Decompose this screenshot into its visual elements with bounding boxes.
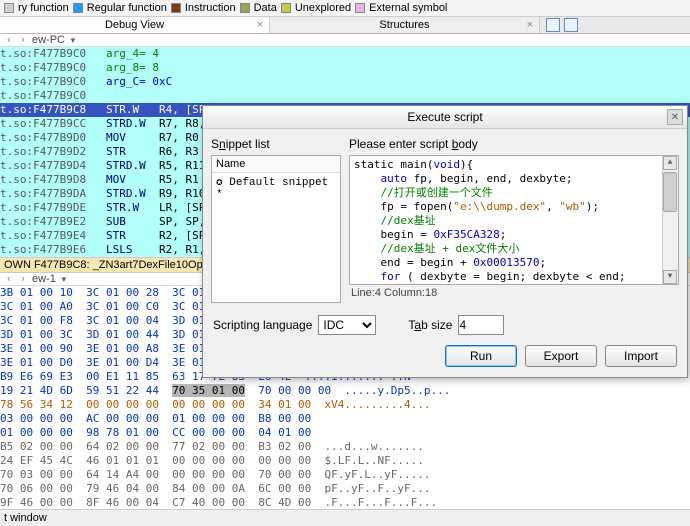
chevron-left-icon[interactable]: ‹ bbox=[4, 274, 14, 284]
run-button[interactable]: Run bbox=[445, 345, 517, 367]
close-icon[interactable]: × bbox=[527, 19, 533, 31]
tab-bar: Debug View × Structures × bbox=[0, 17, 690, 34]
legend-swatch bbox=[355, 3, 365, 13]
label-part: b size bbox=[421, 318, 452, 332]
legend-swatch bbox=[73, 3, 83, 13]
scroll-up-icon[interactable]: ▲ bbox=[663, 156, 677, 170]
scrollbar[interactable]: ▲ ▼ bbox=[662, 156, 678, 284]
scripting-language-label: Scripting language bbox=[213, 318, 312, 332]
legend-label: ry function bbox=[18, 2, 69, 14]
scripting-language-select[interactable]: IDC bbox=[318, 315, 376, 335]
breadcrumb: ‹ › ew-PC ▼ bbox=[0, 34, 690, 47]
chevron-down-icon[interactable]: ▼ bbox=[60, 275, 68, 284]
chevron-right-icon[interactable]: › bbox=[18, 35, 28, 45]
snippet-listbox[interactable]: Name ✪ Default snippet * bbox=[211, 155, 341, 303]
snippet-name: Default snippet * bbox=[216, 177, 328, 201]
label-part: ippet list bbox=[226, 137, 270, 151]
export-button[interactable]: Export bbox=[525, 345, 597, 367]
label-part: Please enter script bbox=[349, 137, 452, 151]
legend-label: Regular function bbox=[87, 2, 167, 14]
editor-status: Line:4 Column:18 bbox=[349, 285, 679, 305]
dialog-title: Execute script bbox=[407, 110, 482, 124]
legend-label: Data bbox=[254, 2, 277, 14]
legend-label: Unexplored bbox=[295, 2, 351, 14]
restore-pane-icon[interactable] bbox=[546, 18, 560, 32]
export-label: Export bbox=[544, 349, 579, 363]
legend-label: Instruction bbox=[185, 2, 236, 14]
tab-debug-label: Debug View bbox=[105, 19, 164, 31]
chevron-left-icon[interactable]: ‹ bbox=[4, 35, 14, 45]
close-icon[interactable]: × bbox=[257, 19, 263, 31]
tab-structures-label: Structures bbox=[379, 19, 429, 31]
legend-swatch bbox=[4, 3, 14, 13]
tab-size-input[interactable] bbox=[458, 315, 504, 335]
script-body-label: Please enter script body bbox=[349, 137, 679, 151]
label-part: ody bbox=[458, 137, 477, 151]
run-label: Run bbox=[470, 349, 492, 363]
list-header-name[interactable]: Name bbox=[212, 156, 340, 173]
breadcrumb-item[interactable]: ew-PC bbox=[32, 34, 65, 46]
legend-swatch bbox=[171, 3, 181, 13]
status-bar: t window bbox=[0, 509, 690, 526]
tab-debug-view[interactable]: Debug View × bbox=[0, 17, 270, 33]
execute-script-dialog: Execute script ✕ Snippet list Name ✪ Def… bbox=[202, 105, 688, 378]
tab-structures[interactable]: Structures × bbox=[270, 17, 540, 33]
label-accel: n bbox=[219, 137, 226, 151]
split-pane-icon[interactable] bbox=[564, 18, 578, 32]
chevron-right-icon[interactable]: › bbox=[18, 274, 28, 284]
snippet-list-label: Snippet list bbox=[211, 137, 341, 151]
script-editor[interactable]: static main(void){ auto fp, begin, end, … bbox=[349, 155, 679, 285]
tab-size-label: Tab size bbox=[408, 318, 452, 332]
legend-swatch bbox=[281, 3, 291, 13]
import-button[interactable]: Import bbox=[605, 345, 677, 367]
import-label: Import bbox=[624, 349, 658, 363]
scroll-thumb[interactable] bbox=[663, 172, 677, 212]
legend-swatch bbox=[240, 3, 250, 13]
breadcrumb-item[interactable]: ew-1 bbox=[32, 273, 56, 285]
list-item[interactable]: ✪ Default snippet * bbox=[212, 173, 340, 203]
status-text: t window bbox=[4, 512, 47, 524]
chevron-down-icon[interactable]: ▼ bbox=[69, 36, 77, 45]
label-part: S bbox=[211, 137, 219, 151]
scroll-down-icon[interactable]: ▼ bbox=[663, 270, 677, 284]
dialog-title-bar[interactable]: Execute script ✕ bbox=[203, 106, 687, 129]
legend-bar: ry function Regular function Instruction… bbox=[0, 0, 690, 17]
close-icon[interactable]: ✕ bbox=[667, 109, 683, 125]
legend-label: External symbol bbox=[369, 2, 447, 14]
snippet-icon: ✪ bbox=[216, 177, 229, 189]
